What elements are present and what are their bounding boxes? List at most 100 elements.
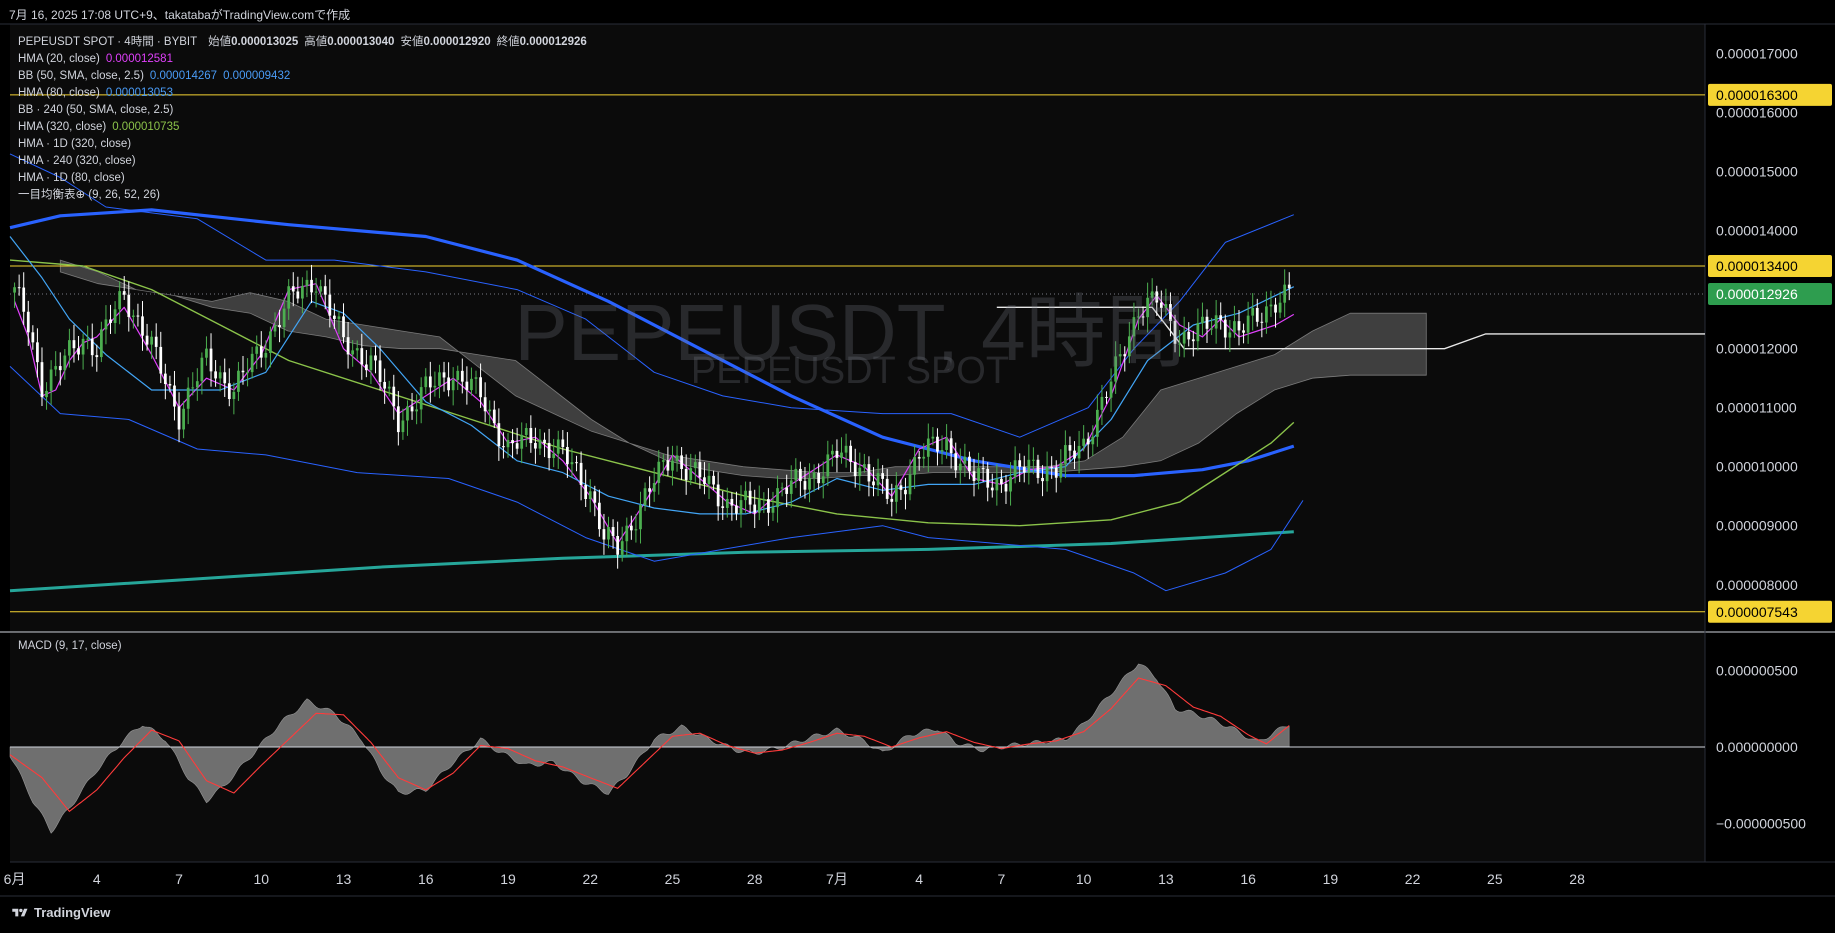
indicator-value: 0.000010735 <box>112 121 180 133</box>
indicator-label: HMA · 1D (80, close) <box>18 172 125 184</box>
candle-body <box>561 439 565 448</box>
candle-body <box>396 406 400 433</box>
symbol-legend-row[interactable]: PEPEUSDT SPOT · 4時間 · BYBIT 始値0.00001302… <box>18 34 593 51</box>
indicator-legend-4[interactable]: HMA (320, close) 0.000010735 <box>18 119 593 136</box>
candle-body <box>1041 477 1044 482</box>
candle-body <box>1018 460 1022 467</box>
candle-body <box>1054 467 1058 478</box>
hline-badge-1[interactable]: 0.000013400 <box>1708 255 1832 278</box>
candle-body <box>908 474 912 495</box>
candle-body <box>36 342 39 363</box>
indicator-legend-0[interactable]: HMA (20, close) 0.000012581 <box>18 51 593 68</box>
candle-body <box>54 366 58 370</box>
candle-body <box>200 357 204 382</box>
candle-body <box>447 377 450 391</box>
candle-body <box>515 443 519 449</box>
candle-body <box>364 364 368 371</box>
candle-body <box>438 372 441 386</box>
candle-body <box>1187 331 1191 340</box>
candle-body <box>141 316 144 336</box>
indicator-legend-2[interactable]: HMA (80, close) 0.000013053 <box>18 85 593 102</box>
candle-body <box>1105 396 1108 398</box>
indicator-legend-8[interactable]: 一目均衡表⊕ (9, 26, 52, 26) <box>18 187 593 204</box>
time-tick-label: 25 <box>665 871 681 887</box>
candle-body <box>291 286 295 292</box>
candle-body <box>1036 459 1040 478</box>
macd-legend[interactable]: MACD (9, 17, close) <box>18 640 122 652</box>
time-tick-label: 7 <box>175 871 183 887</box>
candle-body <box>1022 466 1026 473</box>
snapshot-header: 7月 16, 2025 17:08 UTC+9、takatabaがTrading… <box>9 8 351 22</box>
symbol-name: PEPEUSDT SPOT · 4時間 · BYBIT <box>18 36 197 48</box>
indicator-legend-7[interactable]: HMA · 1D (80, close) <box>18 170 593 187</box>
candle-body <box>666 460 670 471</box>
candle-body <box>264 352 268 358</box>
price-tick-label: 0.000012000 <box>1716 341 1798 357</box>
candle-body <box>977 468 980 481</box>
candle-body <box>1265 306 1268 323</box>
candle-body <box>1155 291 1159 303</box>
candle-body <box>90 338 94 356</box>
candle-body <box>109 319 112 323</box>
candle-body <box>479 377 482 398</box>
candle-body <box>451 380 455 391</box>
candle-body <box>483 397 487 412</box>
candle-body <box>246 372 249 374</box>
candle-body <box>45 390 48 398</box>
candle-body <box>757 499 761 513</box>
time-tick-label: 10 <box>1076 871 1092 887</box>
price-tick-label: 0.000015000 <box>1716 164 1798 180</box>
candle-body <box>1073 450 1076 459</box>
price-tick-label: 0.000017000 <box>1716 46 1798 62</box>
candle-body <box>182 408 185 430</box>
candle-body <box>410 406 414 412</box>
candle-body <box>214 371 217 379</box>
time-tick-label: 10 <box>253 871 269 887</box>
candle-body <box>620 541 624 555</box>
indicator-label: HMA · 240 (320, close) <box>18 155 136 167</box>
candle-body <box>419 387 423 410</box>
ohlc-2: 安値0.000012920 <box>400 36 491 48</box>
tradingview-brand[interactable]: TradingView <box>10 905 110 920</box>
candle-body <box>552 453 556 459</box>
candle-body <box>305 279 309 286</box>
candle-body <box>634 529 638 531</box>
candle-body <box>150 336 154 345</box>
candle-body <box>40 362 44 398</box>
candle-body <box>675 455 679 461</box>
candle-body <box>113 309 117 323</box>
candle-body <box>232 391 236 400</box>
candle-body <box>1223 319 1227 338</box>
candle-body <box>1169 304 1172 321</box>
candle-body <box>735 505 738 514</box>
candle-body <box>497 423 501 447</box>
tradingview-logo-icon <box>12 908 28 916</box>
candle-body <box>579 462 583 485</box>
candle-body <box>1082 438 1086 446</box>
hline-badge-2[interactable]: 0.000007543 <box>1708 600 1832 623</box>
candle-body <box>13 287 16 293</box>
candle-body <box>611 527 615 536</box>
hline-badge-0[interactable]: 0.000016300 <box>1708 83 1832 106</box>
candle-body <box>602 529 606 540</box>
candle-body <box>648 488 651 492</box>
indicator-legend-6[interactable]: HMA · 240 (320, close) <box>18 153 593 170</box>
candle-body <box>378 360 382 382</box>
candle-body <box>520 434 524 449</box>
candle-body <box>168 384 172 386</box>
indicator-legend-1[interactable]: BB (50, SMA, close, 2.5) 0.000014267 0.000… <box>18 68 593 85</box>
last-price-badge[interactable]: 0.000012926 <box>1708 282 1832 305</box>
indicator-legend-5[interactable]: HMA · 1D (320, close) <box>18 136 593 153</box>
indicator-value: 0.000012581 <box>105 53 173 65</box>
candle-body <box>17 287 21 289</box>
candle-body <box>547 442 551 459</box>
candle-body <box>968 456 971 472</box>
candle-body <box>1123 354 1127 357</box>
indicator-legend-3[interactable]: BB · 240 (50, SMA, close, 2.5) <box>18 102 593 119</box>
candle-body <box>1009 476 1012 492</box>
candle-body <box>890 498 894 502</box>
candle-body <box>209 348 213 372</box>
candle-body <box>936 436 939 452</box>
candle-body <box>369 355 373 371</box>
candle-body <box>154 336 158 347</box>
